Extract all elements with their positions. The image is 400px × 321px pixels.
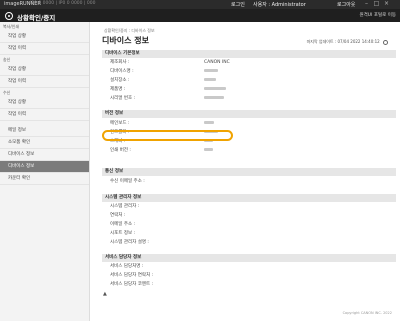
section-header-version: 버전 정보 xyxy=(102,110,396,118)
status-monitor-icon xyxy=(5,12,13,20)
row-label-device-name: 디바이스명 : xyxy=(110,69,134,74)
sidebar-item-copy-job-history[interactable]: 작업 이력 xyxy=(0,43,89,55)
scroll-to-top-link[interactable]: ▲ xyxy=(103,291,107,297)
refresh-icon[interactable] xyxy=(383,39,388,45)
sidebar-item-send-job-status[interactable]: 작업 상황 xyxy=(0,64,89,76)
row-label-service-company: 서비스 담당처명 : xyxy=(110,264,144,269)
sidebar-item-copy-job-status[interactable]: 작업 상황 xyxy=(0,31,89,43)
logout-link[interactable]: 로그아웃 xyxy=(337,1,355,8)
section-header-basic-info: 디바이스 기본정보 xyxy=(102,50,396,58)
row-label-service-contact: 서비스 담당자 연락처 : xyxy=(110,273,154,278)
maximize-icon[interactable]: □ xyxy=(373,1,380,7)
row-value-manufacturer: CANON INC xyxy=(204,60,230,65)
sidebar-section-receive: 수신 xyxy=(3,90,11,95)
sidebar-item-mail-info[interactable]: 메일 정보 xyxy=(0,125,89,137)
window-top-bar: imageRUNNER IP0 0 0000 | IP0 0 0000 | 00… xyxy=(0,0,400,9)
app-title: 상황확인/중지 xyxy=(17,14,56,22)
close-icon[interactable]: × xyxy=(383,1,390,7)
row-label-receive-email: 수신 이메일 주소 : xyxy=(110,179,145,184)
row-label-product-name: 제품명 : xyxy=(110,87,126,92)
sidebar-item-device-info[interactable]: 디바이스 정보 xyxy=(0,161,89,173)
sidebar-item-consumables[interactable]: 소모품 확인 xyxy=(0,137,89,149)
redacted-value xyxy=(204,86,226,94)
row-label-manufacturer: 제조회사 : xyxy=(110,60,130,65)
copyright: Copyright CANON INC. 2022 xyxy=(342,311,392,315)
highlight-ring xyxy=(102,130,233,141)
row-label-print-version: 인쇄 버전 : xyxy=(110,148,131,153)
main-content: 상황확인/중지 : 디바이스 정보 디바이스 정보 마지막 업데이트 : 07/… xyxy=(92,22,398,321)
minimize-icon[interactable]: – xyxy=(363,1,370,7)
row-label-admin: 시스템 관리자 : xyxy=(110,204,140,209)
app-header: 상황확인/중지 원격UI 포털로 이동 xyxy=(0,9,400,22)
sidebar-item-device-status[interactable]: 디바이스 정보 xyxy=(0,149,89,161)
portal-link[interactable]: 원격UI 포털로 이동 xyxy=(360,12,396,18)
section-header-communication: 통신 정보 xyxy=(102,168,396,176)
sidebar-item-send-job-history[interactable]: 작업 이력 xyxy=(0,76,89,88)
redacted-value xyxy=(204,95,224,103)
sidebar-item-counter[interactable]: 카운터 확인 xyxy=(0,173,89,185)
row-label-email: 이메일 주소 : xyxy=(110,222,136,227)
row-label-location: 설치장소 : xyxy=(110,78,130,83)
sidebar-item-receive-job-history[interactable]: 작업 이력 xyxy=(0,109,89,121)
breadcrumb: 상황확인/중지 : 디바이스 정보 xyxy=(104,28,155,33)
last-updated: 마지막 업데이트 : 07/04 2022 14:40:12 xyxy=(307,39,388,45)
section-header-service: 서비스 담당자 정보 xyxy=(102,254,396,262)
row-label-admin-comment: 시스템 관리자 설명 : xyxy=(110,240,149,245)
sidebar-section-send: 송신 xyxy=(3,57,11,62)
row-label-serial: 시리얼 번호 : xyxy=(110,96,136,101)
sidebar-section-copy-print: 복사/인쇄 xyxy=(3,24,20,29)
last-updated-text: 마지막 업데이트 : 07/04 2022 14:40:12 xyxy=(306,39,380,44)
sidebar-item-receive-job-status[interactable]: 작업 상황 xyxy=(0,97,89,109)
redacted-value xyxy=(204,120,214,128)
user-label: 사용자 : Administrator xyxy=(253,2,306,8)
host-hint: IP0 0 0000 | IP0 0 0000 | 000 xyxy=(30,1,96,6)
row-label-service-comment: 서비스 담당자 코멘트 : xyxy=(110,282,154,287)
sidebar: 복사/인쇄 작업 상황 작업 이력 송신 작업 상황 작업 이력 수신 작업 상… xyxy=(0,22,90,321)
redacted-value xyxy=(204,68,218,76)
redacted-value xyxy=(204,147,213,155)
row-label-contact: 연락처 : xyxy=(110,213,126,218)
row-label-mainboard: 메인보드 : xyxy=(110,121,130,126)
row-label-support-info: 시포트 정보 : xyxy=(110,231,136,236)
redacted-value xyxy=(204,77,216,85)
login-link[interactable]: 로그인 xyxy=(231,1,245,8)
page-title: 디바이스 정보 xyxy=(102,36,149,45)
section-header-admin: 시스템 관리자 정보 xyxy=(102,194,396,202)
